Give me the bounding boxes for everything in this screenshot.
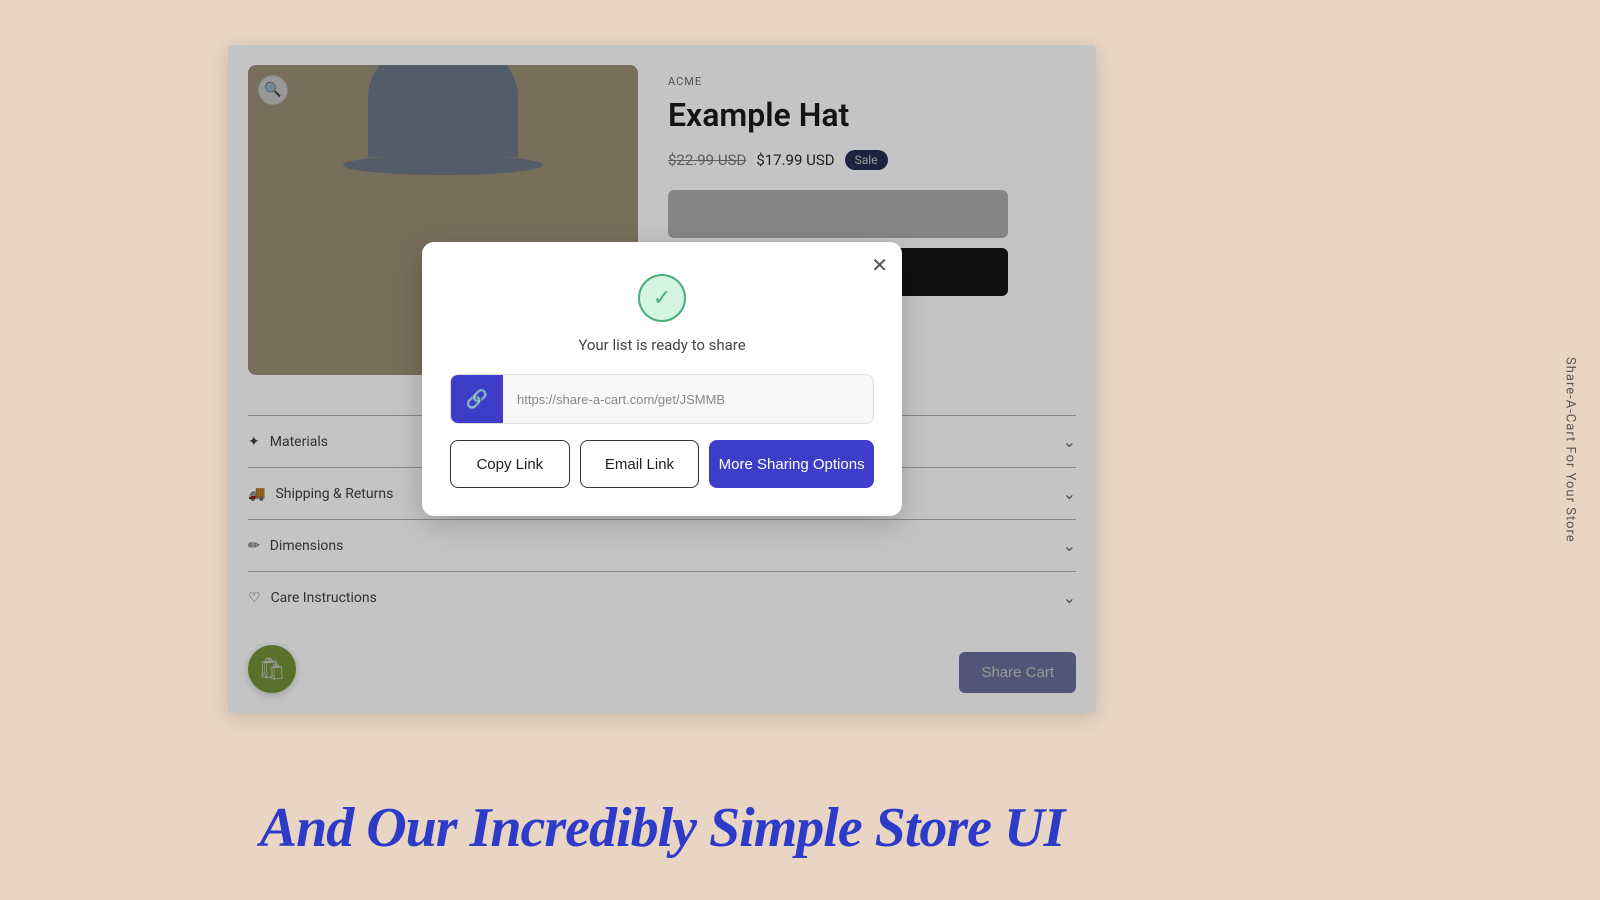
modal-buttons: Copy Link Email Link More Sharing Option… — [450, 440, 874, 488]
share-modal: ✕ ✓ Your list is ready to share 🔗 Copy L… — [422, 242, 902, 516]
copy-link-button[interactable]: Copy Link — [450, 440, 570, 488]
email-link-button[interactable]: Email Link — [580, 440, 700, 488]
more-sharing-button[interactable]: More Sharing Options — [709, 440, 874, 488]
url-row: 🔗 — [450, 374, 874, 424]
url-input[interactable] — [503, 375, 873, 423]
modal-title: Your list is ready to share — [450, 336, 874, 354]
headline-text: And our incredibly simple Store UI — [228, 796, 1096, 860]
modal-overlay: ✕ ✓ Your list is ready to share 🔗 Copy L… — [228, 45, 1096, 713]
modal-close-button[interactable]: ✕ — [871, 256, 888, 276]
success-icon: ✓ — [638, 274, 686, 322]
bottom-headline: And our incredibly simple Store UI — [228, 796, 1096, 860]
store-window: 🔍 ACME Example Hat $22.99 USD $17.99 USD… — [228, 45, 1096, 713]
link-icon: 🔗 — [451, 375, 503, 423]
sidebar-label: Share-A-Cart For Your Store — [1540, 0, 1600, 900]
